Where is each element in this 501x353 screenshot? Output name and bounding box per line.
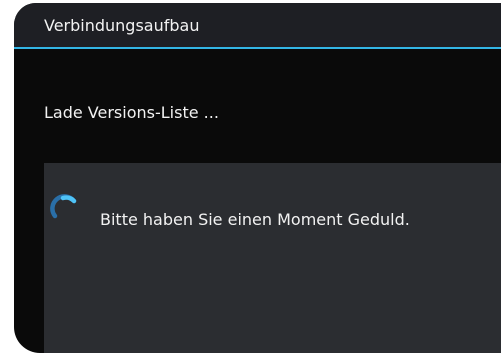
loading-status-text: Lade Versions-Liste ...	[44, 103, 219, 122]
wait-message: Bitte haben Sie einen Moment Geduld.	[100, 210, 410, 229]
dialog-title-bar: Verbindungsaufbau	[14, 3, 501, 49]
loading-spinner-icon	[50, 192, 80, 222]
dialog-title: Verbindungsaufbau	[44, 16, 200, 35]
progress-panel: Bitte haben Sie einen Moment Geduld.	[44, 163, 501, 353]
connection-dialog: Verbindungsaufbau Lade Versions-Liste ..…	[14, 3, 501, 353]
